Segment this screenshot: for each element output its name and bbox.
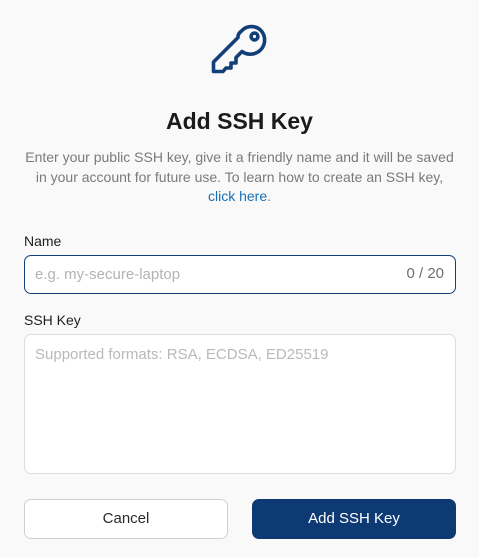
learn-more-link[interactable]: click here xyxy=(208,188,267,204)
key-icon xyxy=(211,24,267,74)
dialog-title: Add SSH Key xyxy=(166,108,313,134)
ssh-key-label: SSH Key xyxy=(24,312,81,328)
name-input[interactable] xyxy=(35,256,375,292)
dialog-description: Enter your public SSH key, give it a fri… xyxy=(24,148,455,207)
name-label: Name xyxy=(24,233,62,249)
add-ssh-key-button[interactable]: Add SSH Key xyxy=(252,499,456,539)
description-text: Enter your public SSH key, give it a fri… xyxy=(25,149,454,185)
ssh-key-textarea[interactable] xyxy=(24,334,456,474)
add-ssh-key-dialog: Add SSH Key Enter your public SSH key, g… xyxy=(0,0,479,558)
description-end: . xyxy=(267,188,272,204)
name-field[interactable]: 0 / 20 xyxy=(24,255,456,294)
character-counter: 0 / 20 xyxy=(406,265,444,282)
cancel-button[interactable]: Cancel xyxy=(24,499,228,539)
